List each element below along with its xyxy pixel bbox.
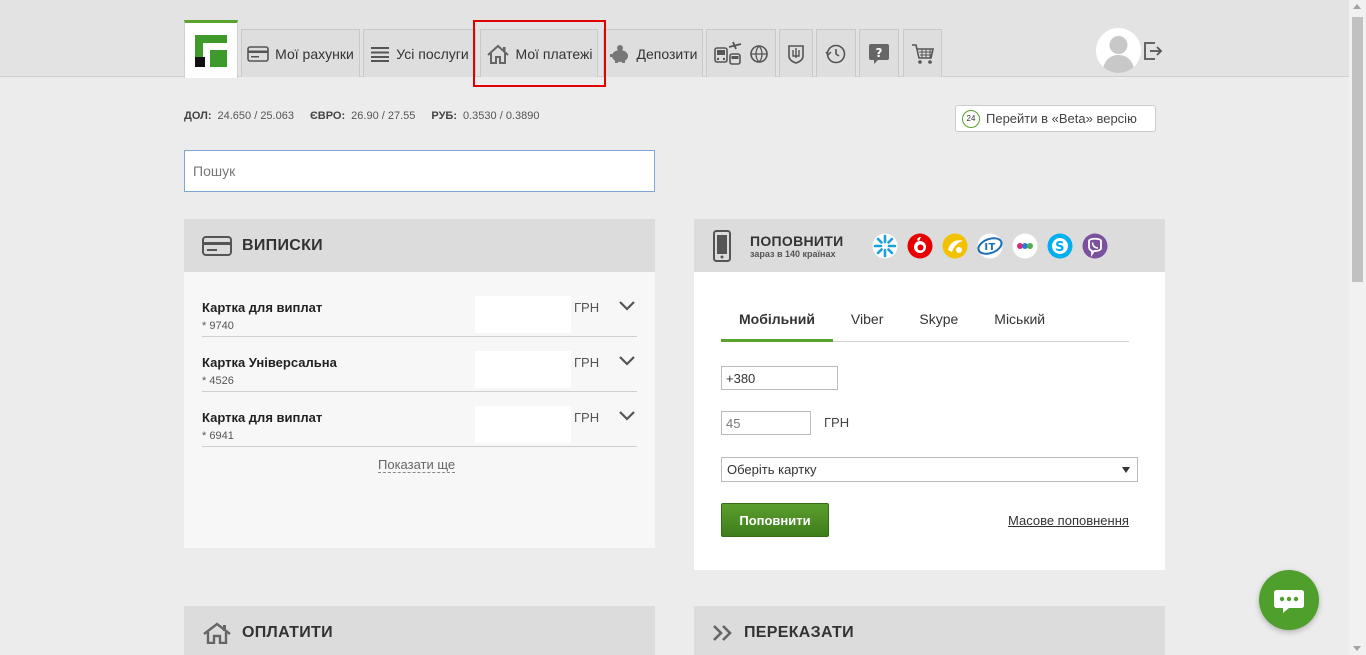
avatar[interactable]: [1096, 28, 1141, 73]
exchange-rates: ДОЛ: 24.650 / 25.063 ЄВРО: 26.90 / 27.55 Р…: [184, 110, 539, 122]
card-select-value: Оберіть картку: [727, 462, 817, 477]
search-input[interactable]: [184, 150, 655, 192]
tab-my-accounts[interactable]: Мої рахунки: [241, 29, 360, 77]
dropdown-caret-icon: [1122, 467, 1130, 473]
phone-number-field[interactable]: [721, 366, 838, 390]
statement-row[interactable]: Картка для виплат * 9740 ГРН: [202, 282, 637, 337]
tab-all-services-label: Усі послуги: [396, 45, 469, 62]
tab-deposits[interactable]: Депозити: [603, 29, 703, 77]
tab-landline[interactable]: Міський: [976, 312, 1063, 342]
svg-text:S: S: [1055, 240, 1065, 255]
tab-history[interactable]: [816, 29, 856, 77]
chat-button[interactable]: [1259, 570, 1319, 630]
list-icon: [371, 46, 390, 62]
tab-skype[interactable]: Skype: [901, 312, 976, 342]
balance-hidden: [475, 406, 571, 443]
balance-hidden: [475, 296, 571, 333]
piggy-bank-icon: [609, 44, 628, 63]
tab-transport-travel[interactable]: [706, 29, 776, 77]
svg-text:IT: IT: [984, 242, 995, 253]
scrollbar-thumb[interactable]: [1352, 17, 1363, 282]
card-select[interactable]: Оберіть картку: [721, 457, 1138, 482]
chevron-down-icon[interactable]: [619, 301, 635, 311]
clock-icon: [825, 44, 846, 63]
beta-version-label: Перейти в «Beta» версію: [986, 111, 1137, 126]
chevron-down-icon[interactable]: [619, 356, 635, 366]
tab-my-payments-label: Мої платежі: [515, 45, 593, 62]
transport-icon: [714, 41, 742, 65]
beta-version-button[interactable]: 24 Перейти в «Beta» версію: [955, 105, 1156, 132]
privatbank-logo[interactable]: [184, 20, 238, 78]
tab-deposits-label: Депозити: [636, 45, 698, 62]
scroll-up-arrow-icon[interactable]: [1353, 4, 1361, 9]
user-silhouette-icon: [1102, 36, 1135, 73]
statement-row[interactable]: Картка Універсальна * 4526 ГРН: [202, 337, 637, 392]
lifecell-icon[interactable]: [942, 233, 968, 259]
tab-help[interactable]: ?: [859, 29, 899, 77]
tab-my-payments[interactable]: Мої платежі: [480, 29, 598, 77]
trimob-icon[interactable]: [1012, 233, 1038, 259]
rate-usd: ДОЛ: 24.650 / 25.063: [184, 110, 294, 122]
scroll-down-arrow-icon[interactable]: [1353, 646, 1361, 651]
tab-my-accounts-label: Мої рахунки: [275, 45, 354, 62]
transfer-header: ПЕРЕКАЗАТИ: [694, 606, 1165, 655]
tab-mobile[interactable]: Мобільний: [721, 312, 833, 342]
amount-currency: ГРН: [824, 415, 850, 430]
viber-icon[interactable]: [1082, 233, 1108, 259]
topup-tabs: Мобільний Viber Skype Міський: [721, 312, 1129, 342]
transfer-panel: ПЕРЕКАЗАТИ: [694, 606, 1165, 655]
pay-title: ОПЛАТИТИ: [242, 623, 333, 641]
topup-submit-button[interactable]: Поповнити: [721, 503, 829, 537]
page-scrollbar[interactable]: [1349, 0, 1366, 655]
card-icon: [247, 45, 269, 62]
topup-header: ПОПОВНИТИ зараз в 140 країнах IT S: [694, 219, 1165, 272]
rate-rub: РУБ: 0.3530 / 0.3890: [431, 110, 540, 122]
globe-icon: [750, 44, 768, 63]
tab-all-services[interactable]: Усі послуги: [363, 29, 476, 77]
card-icon: [202, 235, 232, 256]
intertelecom-icon[interactable]: IT: [976, 233, 1003, 259]
svg-text:?: ?: [876, 46, 883, 60]
house-icon: [486, 44, 509, 64]
tab-shop[interactable]: [903, 29, 942, 77]
privat24-badge-icon: 24: [962, 109, 980, 128]
pay-header: ОПЛАТИТИ: [184, 606, 655, 655]
tab-government-services[interactable]: [779, 29, 813, 77]
show-more-link[interactable]: Показати ще: [378, 457, 456, 473]
top-navigation-bar: Мої рахунки Усі послуги Мої платежі Депо…: [0, 0, 1349, 78]
coat-of-arms-icon: [788, 44, 804, 64]
mass-topup-link[interactable]: Масове поповнення: [1008, 513, 1129, 528]
logout-icon: [1144, 42, 1163, 60]
statements-header: ВИПИСКИ: [184, 219, 655, 272]
chevron-down-icon[interactable]: [619, 411, 635, 421]
topup-panel: ПОПОВНИТИ зараз в 140 країнах IT S Мобіл…: [694, 219, 1165, 570]
logout-button[interactable]: [1143, 42, 1163, 65]
skype-icon[interactable]: S: [1047, 233, 1073, 259]
statements-panel: ВИПИСКИ Картка для виплат * 9740 ГРН Кар…: [184, 219, 655, 548]
operator-icons: IT S: [872, 233, 1108, 259]
tab-viber[interactable]: Viber: [833, 312, 901, 342]
amount-field[interactable]: [721, 411, 811, 435]
kyivstar-icon[interactable]: [872, 233, 898, 259]
vodafone-icon[interactable]: [907, 233, 933, 259]
double-chevron-right-icon: [713, 624, 732, 641]
topup-subtitle: зараз в 140 країнах: [750, 248, 836, 259]
rate-eur: ЄВРО: 26.90 / 27.55: [309, 110, 416, 122]
chat-bubble-icon: [1274, 590, 1304, 613]
cart-icon: [911, 43, 934, 64]
house-icon: [203, 621, 231, 644]
topup-title: ПОПОВНИТИ: [750, 232, 844, 249]
transfer-title: ПЕРЕКАЗАТИ: [744, 623, 854, 641]
balance-hidden: [475, 351, 571, 388]
statements-title: ВИПИСКИ: [242, 236, 323, 254]
pay-panel: ОПЛАТИТИ: [184, 606, 655, 655]
help-icon: ?: [869, 43, 889, 64]
phone-icon: [713, 229, 731, 262]
statement-row[interactable]: Картка для виплат * 6941 ГРН: [202, 392, 637, 447]
